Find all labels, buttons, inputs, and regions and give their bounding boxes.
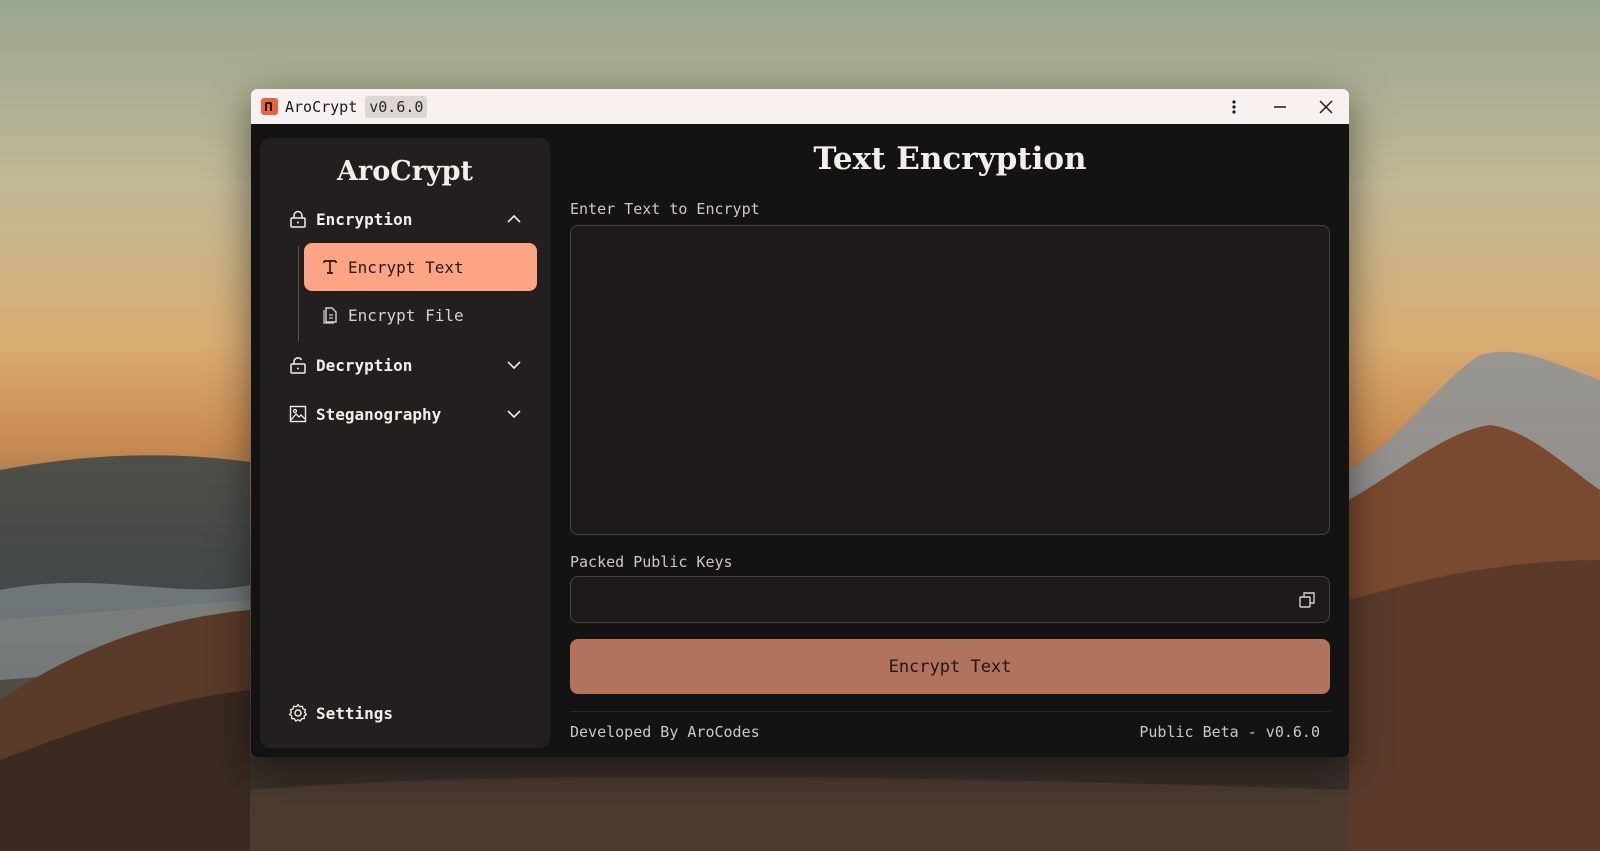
text-icon [320, 257, 340, 277]
sidebar-section-label: Steganography [316, 404, 442, 424]
file-icon [320, 305, 340, 325]
submenu-guide-line [298, 246, 299, 341]
image-icon [288, 404, 308, 424]
public-keys-input[interactable] [570, 576, 1330, 623]
sidebar-item-label: Encrypt Text [348, 257, 464, 277]
text-to-encrypt-input[interactable] [570, 225, 1330, 535]
sidebar-section-steganography[interactable]: Steganography [288, 399, 524, 429]
window-title: AroCrypt [285, 97, 358, 116]
chevron-up-icon[interactable] [504, 209, 524, 229]
footer-version: Public Beta - v0.6.0 [1139, 723, 1320, 741]
sidebar-item-encrypt-text[interactable]: Encrypt Text [304, 243, 537, 291]
page-title: Text Encryption [813, 141, 1087, 177]
settings-button[interactable]: Settings [288, 698, 393, 728]
encrypt-text-button[interactable]: Encrypt Text [570, 639, 1330, 694]
text-input-label: Enter Text to Encrypt [570, 200, 760, 218]
unlock-icon [288, 355, 308, 375]
sidebar-section-label: Decryption [316, 355, 413, 375]
public-keys-label: Packed Public Keys [570, 553, 733, 571]
chevron-down-icon[interactable] [504, 355, 524, 375]
sidebar: AroCrypt Encryption Encrypt Text Encrypt… [260, 138, 550, 748]
sidebar-section-label: Encryption [316, 209, 413, 229]
kebab-menu-icon[interactable] [1211, 89, 1257, 124]
app-logo-icon [261, 98, 278, 115]
sidebar-section-decryption[interactable]: Decryption [288, 350, 524, 380]
copy-icon[interactable] [1295, 588, 1319, 612]
sidebar-brand: AroCrypt [337, 156, 473, 187]
sidebar-item-encrypt-file[interactable]: Encrypt File [304, 291, 537, 339]
sidebar-item-label: Encrypt File [348, 305, 464, 325]
close-icon[interactable] [1303, 89, 1349, 124]
lock-icon [288, 209, 308, 229]
chevron-down-icon[interactable] [504, 404, 524, 424]
footer-divider [570, 711, 1330, 712]
minimize-icon[interactable] [1257, 89, 1303, 124]
app-window: AroCrypt v0.6.0 AroCrypt Encryption Encr… [251, 89, 1349, 757]
title-bar[interactable]: AroCrypt v0.6.0 [251, 89, 1349, 124]
settings-label: Settings [316, 703, 394, 723]
sidebar-section-encryption[interactable]: Encryption [288, 204, 524, 234]
gear-icon [288, 703, 308, 723]
footer-credit: Developed By AroCodes [570, 723, 760, 741]
version-chip: v0.6.0 [365, 95, 428, 118]
